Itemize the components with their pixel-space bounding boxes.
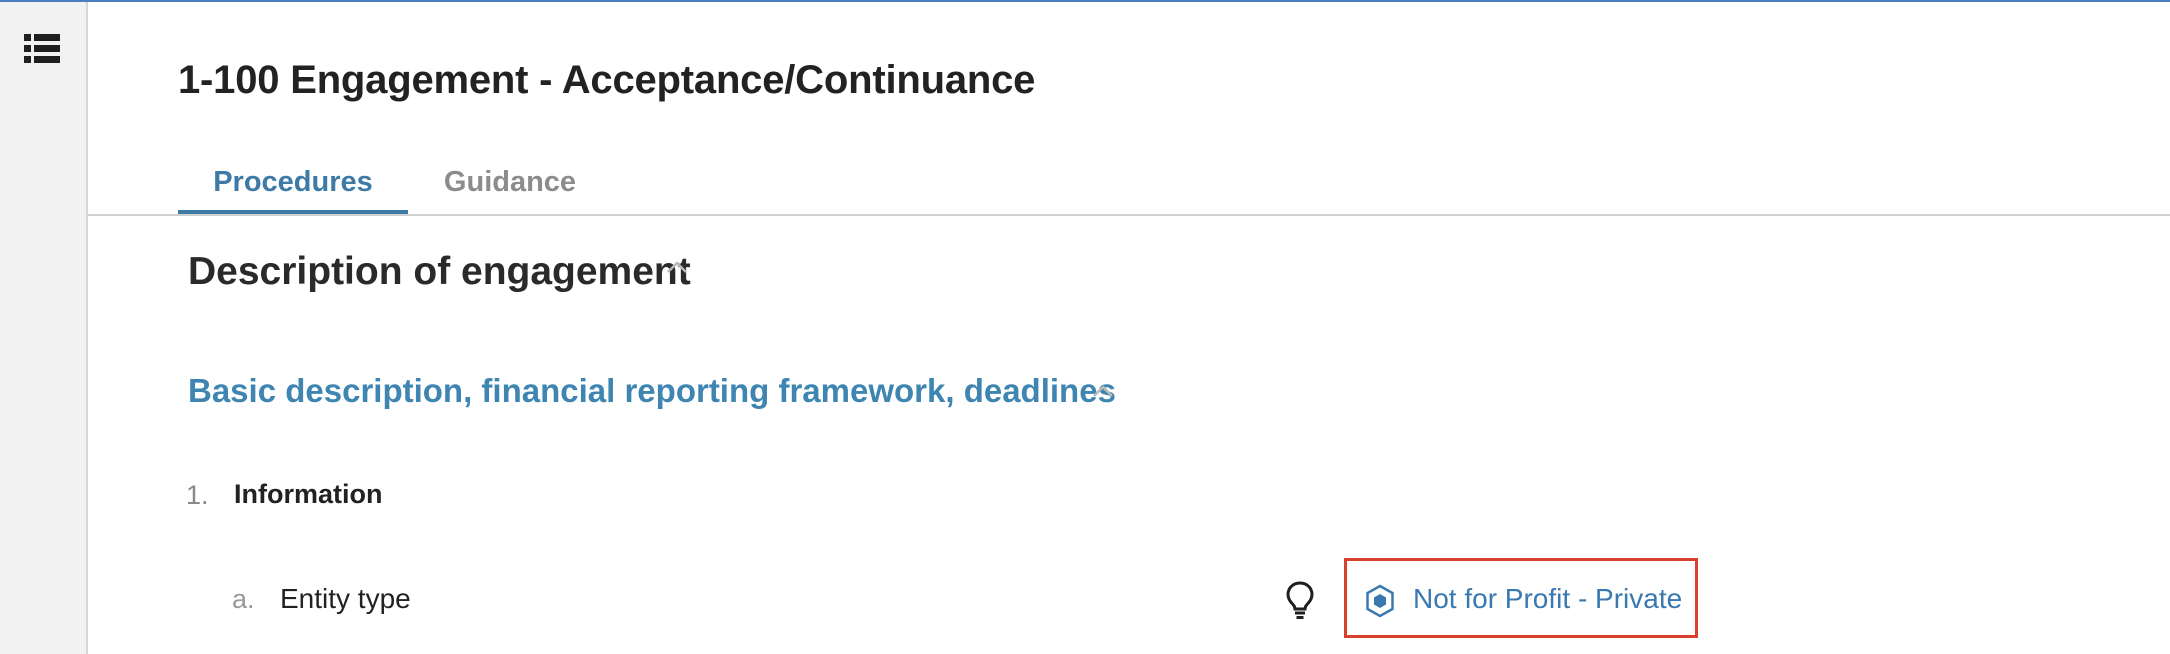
tab-bar: Procedures Guidance (88, 154, 2170, 216)
list-icon[interactable] (24, 34, 60, 64)
hexagon-icon (1365, 584, 1395, 618)
subquestion-label: Entity type (280, 583, 411, 614)
subsection-title[interactable]: Basic description, financial reporting f… (188, 372, 1116, 410)
lightbulb-icon[interactable] (1284, 580, 1316, 620)
page-title: 1-100 Engagement - Acceptance/Continuanc… (178, 58, 1036, 102)
answer-value: Not for Profit - Private (1413, 583, 1683, 614)
tab-procedures[interactable]: Procedures (178, 166, 408, 214)
subquestion-letter: a. (232, 584, 255, 614)
chevron-up-icon[interactable] (1092, 384, 1114, 403)
tab-guidance[interactable]: Guidance (430, 166, 590, 214)
section-title: Description of engagement (188, 250, 691, 293)
question-number: 1. (186, 480, 209, 510)
main-content: 1-100 Engagement - Acceptance/Continuanc… (88, 2, 2170, 654)
entity-type-answer[interactable]: Not for Profit - Private (1344, 558, 1698, 638)
question-label: Information (234, 479, 383, 509)
left-rail (0, 2, 88, 654)
chevron-up-icon[interactable] (666, 260, 688, 279)
